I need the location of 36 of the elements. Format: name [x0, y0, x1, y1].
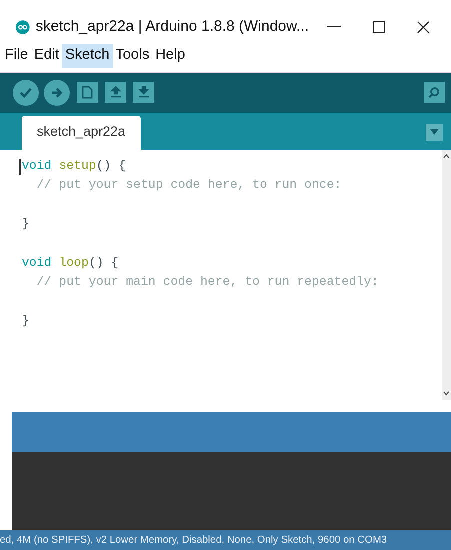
open-button[interactable]	[105, 82, 126, 104]
code-line: void setup() {	[22, 158, 126, 173]
maximize-icon[interactable]	[373, 21, 386, 33]
tab-menu-button[interactable]	[426, 124, 443, 141]
code-line: // put your setup code here, to run once:	[36, 178, 342, 192]
verify-button[interactable]	[13, 80, 39, 106]
scroll-down-icon[interactable]	[443, 391, 450, 396]
save-button[interactable]	[133, 82, 154, 104]
close-icon[interactable]	[417, 20, 430, 34]
scroll-up-icon[interactable]	[443, 154, 450, 159]
serial-monitor-button[interactable]	[424, 82, 445, 104]
arrow-down-icon	[138, 86, 150, 100]
menu-item[interactable]: Tools	[112, 44, 153, 68]
checkmark-icon	[19, 86, 33, 99]
new-file-button[interactable]	[77, 82, 98, 104]
minimize-icon[interactable]	[327, 26, 342, 28]
window-title: sketch_apr22a | Arduino 1.8.8 (Window...	[36, 16, 310, 37]
menu-item[interactable]: Help	[152, 44, 188, 68]
magnifier-icon	[428, 86, 441, 100]
dropdown-triangle-icon	[430, 129, 439, 136]
arrow-up-icon	[110, 86, 122, 100]
app-logo-icon	[16, 20, 30, 34]
menu-item[interactable]: Edit	[31, 44, 62, 68]
scrollbar[interactable]	[442, 150, 451, 400]
upload-button[interactable]	[44, 80, 70, 106]
menu-item[interactable]: Sketch	[62, 44, 113, 68]
document-icon	[82, 86, 93, 100]
code-line: }	[22, 314, 30, 328]
menu-item[interactable]: File	[2, 44, 32, 68]
arrow-right-icon	[50, 86, 64, 99]
code-line: }	[22, 216, 30, 231]
code-line: void loop() {	[22, 256, 119, 270]
status-bar: ed, 4M (no SPIFFS), v2 Lower Memory, Disabled, None, Only Sketch, 9600 on COM3	[0, 530, 451, 550]
sketch-tab[interactable]: sketch_apr22a	[22, 116, 141, 150]
text-cursor	[19, 158, 21, 175]
code-line: // put your main code here, to run repeatedly:	[36, 275, 379, 290]
